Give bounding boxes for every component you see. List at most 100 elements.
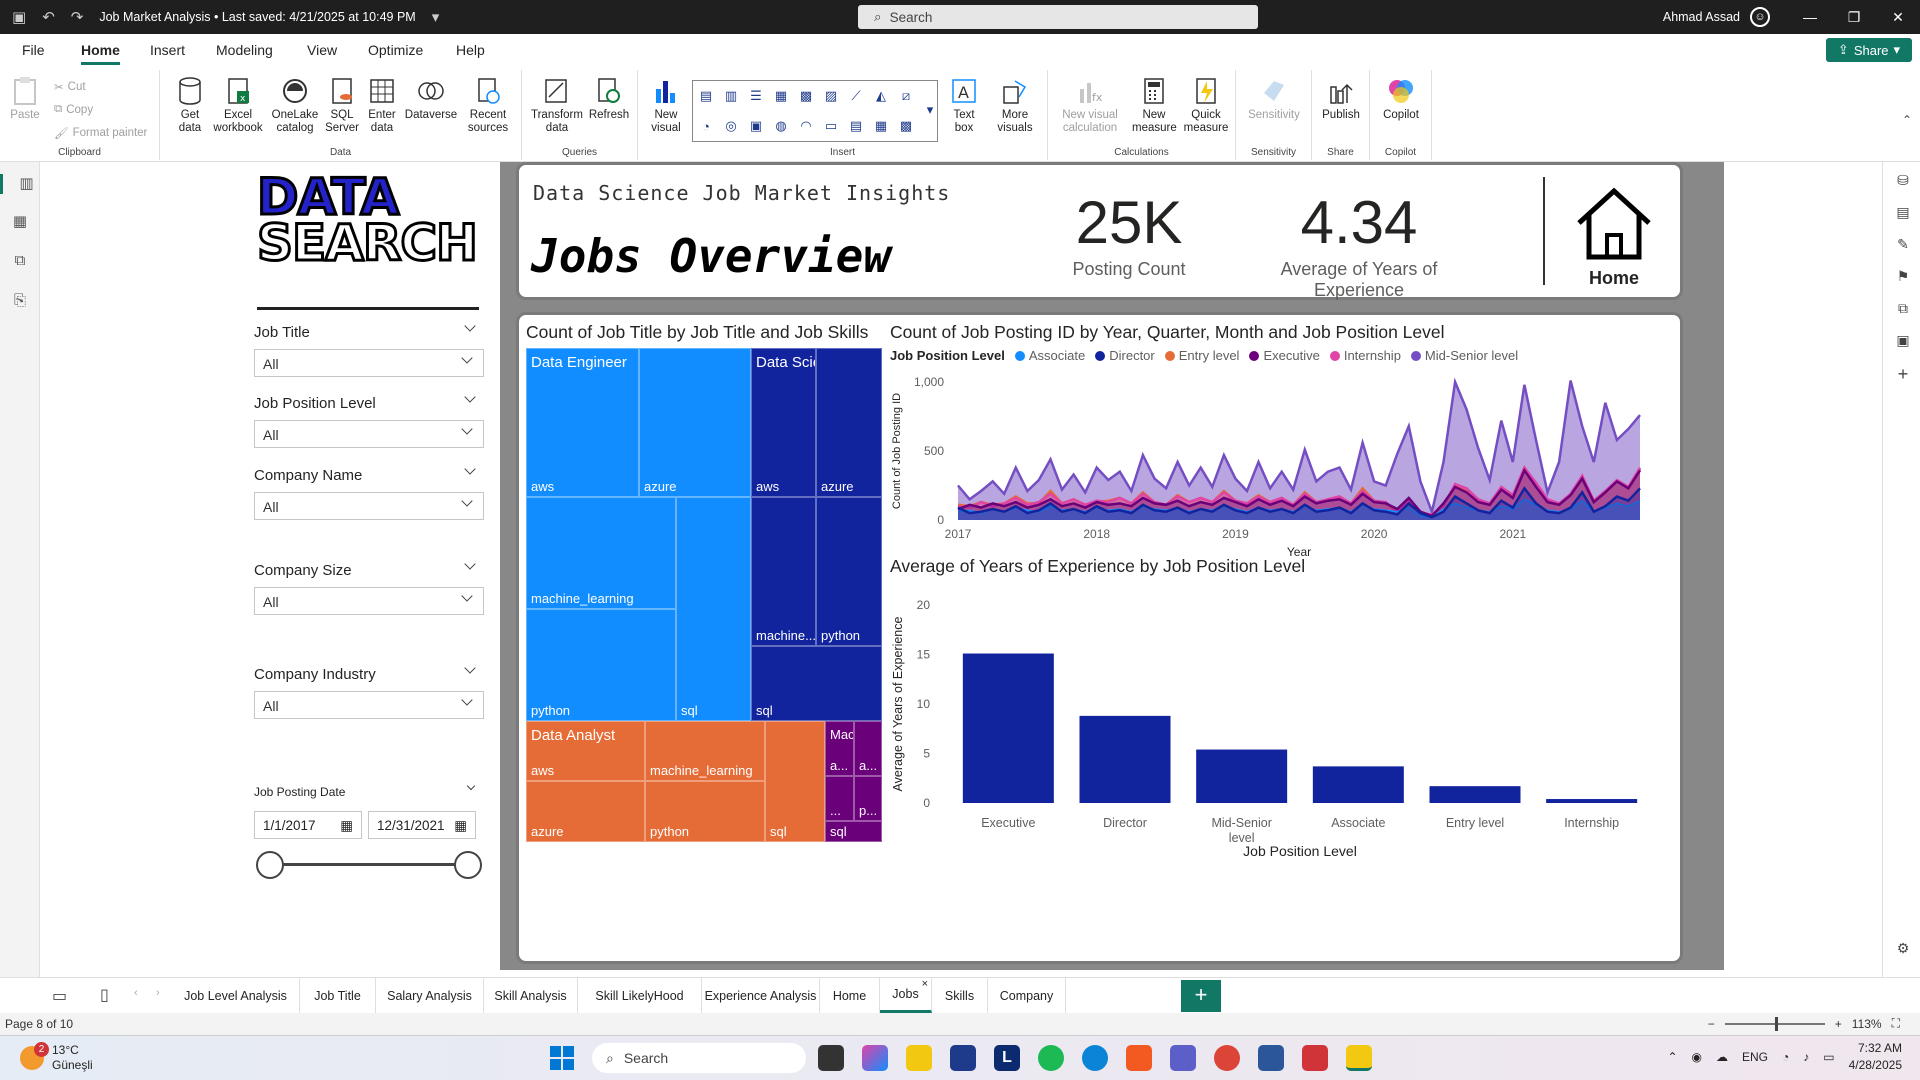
column-chart-icon[interactable]: ▥ (720, 85, 742, 107)
treemap-cell[interactable]: Data Analyst aws (526, 721, 645, 781)
bar[interactable] (962, 653, 1054, 803)
bookmark-icon[interactable]: ⚑ (1894, 268, 1912, 286)
slicer-dropdown[interactable]: All (254, 492, 484, 520)
sql-server-button[interactable]: SQL Server (322, 76, 362, 135)
copy-button[interactable]: ⧉ Copy (54, 103, 93, 116)
area-chart[interactable]: 05001,0002017 2018 2019 2020 2021YearCount o… (890, 370, 1680, 560)
data-pane-icon[interactable]: ⛁ (1894, 172, 1912, 190)
chevron-down-icon[interactable]: ▾ (919, 99, 941, 121)
scroll-right-icon[interactable]: › (156, 987, 160, 999)
wifi-icon[interactable]: ◔ (1782, 1050, 1789, 1064)
refresh-button[interactable]: Refresh (586, 76, 632, 122)
treemap-chart[interactable]: Data Engineer aws azure machine_learning … (526, 348, 882, 842)
pie-chart-icon[interactable]: ◔ (695, 115, 717, 137)
treemap-cell[interactable]: ... (825, 776, 854, 821)
map-icon[interactable]: ◍ (770, 115, 792, 137)
search-input[interactable]: ⌕ Search (858, 5, 1258, 29)
more-visuals-button[interactable]: More visuals (990, 76, 1040, 135)
card-icon[interactable]: ▭ (820, 115, 842, 137)
get-data-button[interactable]: Get data (170, 76, 210, 135)
multi-card-icon[interactable]: ▤ (845, 115, 867, 137)
bar-chart[interactable]: 05101520Executive Director Mid-Seniorlevel… (890, 579, 1680, 959)
menu-help[interactable]: Help (456, 42, 485, 58)
legend-item[interactable]: Mid-Senior level (1410, 348, 1518, 363)
slicer-dropdown[interactable]: All (254, 420, 484, 448)
chevron-down-icon[interactable] (464, 320, 476, 332)
menu-view[interactable]: View (307, 42, 337, 58)
table-view-icon[interactable]: ▦ (10, 212, 30, 232)
bar[interactable] (1546, 799, 1638, 803)
page-tab[interactable]: Job Title (300, 978, 376, 1013)
slicer-dropdown[interactable]: All (254, 349, 484, 377)
notepad-icon[interactable] (1258, 1045, 1284, 1071)
redo-icon[interactable]: ↷ (71, 8, 84, 26)
onelake-button[interactable]: OneLake catalog (270, 76, 320, 135)
end-date-input[interactable]: 12/31/2021 ▦ (368, 811, 476, 839)
menu-optimize[interactable]: Optimize (368, 42, 423, 58)
chevron-down-icon[interactable] (464, 391, 476, 403)
bar[interactable] (1429, 786, 1521, 803)
page-tab[interactable]: Experience Analysis (702, 978, 820, 1013)
treemap-cell[interactable]: machine... (751, 497, 816, 646)
chevron-down-icon[interactable]: ▾ (432, 8, 440, 26)
zoom-in-button[interactable]: + (1835, 1017, 1842, 1031)
visual-gallery[interactable]: ▤ ▥ ☰ ▦ ▩ ▨ ⟋ ◭ ⧄ ◔ ◎ ▣ ◍ ◠ ▭ ▤ ▦ ▩ ▾ (692, 80, 938, 142)
area-chart-icon[interactable]: ◭ (870, 85, 892, 107)
fit-to-page-icon[interactable]: ⛶ (1892, 1016, 1900, 1031)
zoom-out-button[interactable]: − (1708, 1017, 1715, 1031)
range-end-handle[interactable] (454, 851, 482, 879)
calendar-icon[interactable]: ▦ (454, 818, 467, 833)
excel-button[interactable]: x Excel workbook (210, 76, 266, 135)
clock[interactable]: 7:32 AM 4/28/2025 (1849, 1040, 1902, 1074)
settings-icon[interactable]: ⚙ (1894, 940, 1912, 958)
chevron-down-icon[interactable] (464, 463, 476, 475)
treemap-cell[interactable]: python (526, 609, 676, 721)
teams-icon[interactable] (1170, 1045, 1196, 1071)
matrix-icon[interactable]: ▩ (895, 115, 917, 137)
spotify-icon[interactable] (1038, 1045, 1064, 1071)
zoom-handle[interactable] (1774, 1016, 1778, 1031)
home-button[interactable]: Home (1569, 185, 1659, 295)
legend-item[interactable]: Entry level (1164, 348, 1239, 363)
close-tab-icon[interactable]: × (922, 978, 928, 990)
start-date-input[interactable]: 1/1/2017 ▦ (254, 811, 362, 839)
cut-button[interactable]: ✂ Cut (54, 80, 86, 94)
page-tab[interactable]: Salary Analysis (376, 978, 484, 1013)
volume-icon[interactable]: ♪ (1803, 1050, 1809, 1064)
treemap-icon[interactable]: ▣ (745, 115, 767, 137)
performance-icon[interactable]: ▣ (1894, 332, 1912, 350)
onedrive-icon[interactable]: ☁ (1716, 1050, 1728, 1064)
page-tab[interactable]: Home (820, 978, 880, 1013)
legend-item[interactable]: Executive (1249, 348, 1320, 363)
chrome-icon[interactable] (1214, 1045, 1240, 1071)
calendar-icon[interactable]: ▦ (340, 818, 353, 833)
menu-file[interactable]: File (22, 42, 45, 58)
store-icon[interactable] (950, 1045, 976, 1071)
close-button[interactable]: ✕ (1876, 9, 1920, 26)
battery-icon[interactable]: ▭ (1823, 1050, 1834, 1064)
gauge-icon[interactable]: ◠ (795, 115, 817, 137)
kpi-posting-count[interactable]: 25K Posting Count (1039, 193, 1219, 280)
zoom-level[interactable]: 113% (1852, 1017, 1882, 1031)
copilot-button[interactable]: Copilot (1378, 76, 1424, 122)
bar[interactable] (1079, 715, 1171, 803)
treemap-cell[interactable]: python (645, 781, 765, 842)
edge-icon[interactable] (1082, 1045, 1108, 1071)
100-column-icon[interactable]: ▩ (795, 85, 817, 107)
minimize-button[interactable]: — (1788, 9, 1832, 25)
donut-chart-icon[interactable]: ◎ (720, 115, 742, 137)
table-visual-icon[interactable]: ▦ (870, 115, 892, 137)
security-icon[interactable]: ◉ (1692, 1050, 1702, 1064)
bar[interactable] (1312, 766, 1404, 803)
treemap-cell[interactable]: sql (676, 497, 751, 721)
taskbar-search[interactable]: ⌕ Search (592, 1043, 806, 1073)
range-start-handle[interactable] (256, 851, 284, 879)
enter-data-button[interactable]: Enter data (362, 76, 402, 135)
chevron-down-icon[interactable] (464, 662, 476, 674)
treemap-cell[interactable]: Machi... a... (825, 721, 854, 776)
treemap-cell[interactable]: azure (816, 348, 882, 497)
mobile-layout-icon[interactable]: ▯ (100, 985, 109, 1005)
clustered-column-icon[interactable]: ▦ (770, 85, 792, 107)
file-explorer-icon[interactable] (906, 1045, 932, 1071)
publish-button[interactable]: Publish (1318, 76, 1364, 122)
